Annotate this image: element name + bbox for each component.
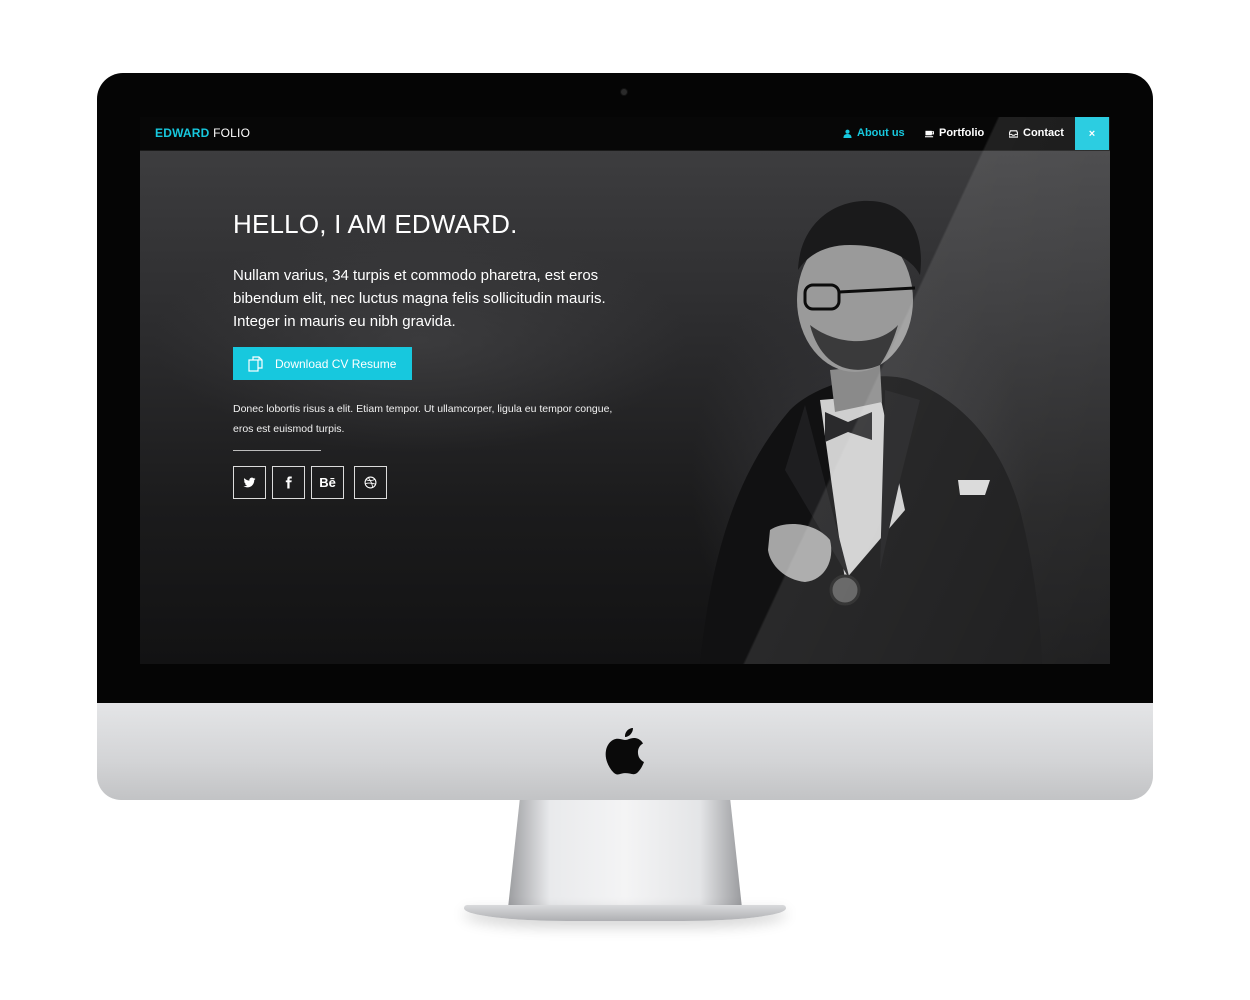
nav-item-contact[interactable]: Contact: [1009, 127, 1064, 139]
behance-icon: Bē: [319, 475, 336, 490]
download-cv-button[interactable]: Download CV Resume: [233, 347, 412, 380]
dribbble-icon: [364, 476, 377, 489]
hero-small-text: Donec lobortis risus a elit. Etiam tempo…: [233, 403, 613, 435]
download-cv-label: Download CV Resume: [275, 356, 397, 371]
twitter-icon: [243, 477, 256, 488]
inbox-icon: [1009, 129, 1018, 138]
brand-first: EDWARD: [155, 126, 210, 140]
nav-item-about[interactable]: About us: [843, 127, 905, 139]
hero-lead: Nullam varius, 34 turpis et commodo phar…: [233, 267, 606, 330]
portrait-photo: [700, 200, 1042, 664]
brand-logo[interactable]: EDWARD FOLIO: [155, 126, 250, 140]
apple-logo-icon: [605, 728, 644, 775]
hero-title: HELLO, I AM EDWARD.: [233, 209, 518, 239]
monitor-stand: [508, 800, 742, 908]
nav-item-label: About us: [857, 127, 905, 139]
nav-item-label: Portfolio: [939, 127, 985, 139]
divider: [233, 450, 321, 451]
close-button[interactable]: ×: [1075, 117, 1109, 150]
screen: EDWARD FOLIO About us Portfolio Contact …: [140, 117, 1110, 664]
close-icon: ×: [1088, 127, 1096, 140]
behance-button[interactable]: Bē: [311, 466, 344, 499]
twitter-button[interactable]: [233, 466, 266, 499]
nav-item-label: Contact: [1023, 127, 1064, 139]
user-icon: [843, 129, 852, 138]
facebook-icon: [285, 476, 292, 489]
coffee-icon: [925, 130, 934, 137]
dribbble-button[interactable]: [354, 466, 387, 499]
navbar: EDWARD FOLIO About us Portfolio Contact …: [140, 117, 1110, 151]
brand-last: FOLIO: [213, 126, 251, 140]
monitor-stand-foot: [464, 905, 786, 921]
webcam: [621, 89, 627, 95]
facebook-button[interactable]: [272, 466, 305, 499]
nav-item-portfolio[interactable]: Portfolio: [925, 127, 984, 139]
copy-icon: [248, 355, 263, 372]
